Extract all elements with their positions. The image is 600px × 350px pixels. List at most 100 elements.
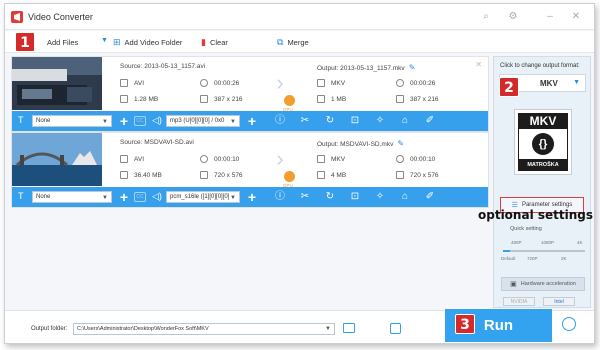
effects-icon[interactable]: ✧: [374, 115, 386, 127]
subtitle-value: None: [36, 194, 51, 200]
watermark-icon[interactable]: ⌂: [399, 115, 411, 127]
src-size-value: 1.28 MB: [134, 95, 159, 103]
edit-pen-icon[interactable]: ✐: [424, 191, 436, 203]
convert-arrow-icon: ›: [276, 70, 284, 95]
search-icon[interactable]: ⌕: [481, 12, 491, 22]
audio-track-select[interactable]: pcm_s16le ([1][0][0][0] ▼: [166, 191, 240, 203]
tick-top: 1080P: [541, 240, 555, 245]
video-thumbnail: [12, 133, 102, 186]
add-audio-button[interactable]: +: [246, 114, 258, 128]
output-text: Output: MSDVAVI-SD.mkv: [317, 141, 394, 148]
quality-slider-fill: [503, 250, 510, 252]
output-folder-field[interactable]: C:\Users\Administrator\Desktop\WonderFox…: [73, 323, 335, 335]
info-icon[interactable]: ⓘ: [274, 191, 286, 203]
folder-icon[interactable]: [343, 323, 355, 333]
audio-icon: ◁): [152, 115, 162, 125]
mkv-logo-foot: MATROŠKA: [518, 159, 568, 171]
crop-icon[interactable]: ⊡: [349, 115, 361, 127]
output-filename: Output: MSDVAVI-SD.mkv ✎: [317, 139, 404, 148]
subtitle-select[interactable]: None ▼: [32, 191, 112, 203]
merge-button[interactable]: ⧉ Merge: [277, 36, 309, 48]
app-title: Video Converter: [28, 12, 93, 22]
chevron-down-icon: ▼: [230, 119, 236, 125]
out-duration: 00:00:26: [396, 79, 435, 87]
src-duration-value: 00:00:26: [214, 79, 240, 87]
add-files-label: Add Files: [47, 37, 79, 47]
add-audio-button[interactable]: +: [246, 190, 258, 204]
src-resolution-value: 387 x 216: [214, 95, 243, 103]
format-icon: [120, 79, 128, 87]
src-format-value: AVI: [134, 79, 144, 87]
list-item[interactable]: Source: MSDVAVI-SD.avi Output: MSDVAVI-S…: [11, 132, 489, 208]
out-format: MKV: [317, 79, 345, 87]
step-badge-3: 3: [455, 314, 475, 334]
hardware-acceleration-toggle[interactable]: ▣ Hardware acceleration: [501, 277, 585, 291]
src-duration-value: 00:00:10: [214, 155, 240, 163]
audio-track-select[interactable]: mp3 (U[0][0][0] / 0x0 ▼: [166, 115, 240, 127]
resolution-icon: [396, 171, 404, 179]
chevron-down-icon: ▼: [102, 119, 108, 125]
watermark-icon[interactable]: ⌂: [399, 191, 411, 203]
remove-item-icon[interactable]: ✕: [475, 60, 482, 69]
format-logo[interactable]: MKV {} MATROŠKA: [514, 109, 572, 175]
audio-value: pcm_s16le ([1][0][0][0]: [170, 194, 230, 200]
open-output-icon[interactable]: [390, 323, 401, 334]
edit-pen-icon[interactable]: ✐: [424, 115, 436, 127]
add-files-button[interactable]: Add Files: [47, 36, 78, 48]
output-text: Output: 2013-05-13_1157.mkv: [317, 65, 405, 72]
output-folder-label: Output folder:: [31, 326, 68, 332]
alarm-clock-icon[interactable]: [562, 317, 576, 331]
trim-icon[interactable]: ✂: [299, 115, 311, 127]
cc-icon[interactable]: CC: [134, 192, 146, 202]
add-video-folder-label: Add Video Folder: [124, 37, 183, 47]
run-label: Run: [483, 317, 514, 334]
add-video-folder-button[interactable]: ⊞ Add Video Folder: [113, 36, 182, 48]
add-files-dropdown-icon[interactable]: ▼: [101, 37, 108, 44]
chevron-down-icon: ▼: [573, 79, 580, 86]
rename-pencil-icon[interactable]: ✎: [409, 63, 416, 72]
cc-icon[interactable]: CC: [134, 116, 146, 126]
nvidia-chip[interactable]: NVIDIA: [503, 297, 535, 306]
out-resolution-value: 387 x 216: [410, 95, 439, 103]
src-duration: 00:00:10: [200, 155, 239, 163]
app-logo-icon: [11, 11, 23, 23]
add-subtitle-button[interactable]: +: [118, 190, 130, 204]
trim-icon[interactable]: ✂: [299, 191, 311, 203]
gpu-icon: [284, 95, 295, 106]
video-thumbnail: [12, 57, 102, 110]
mkv-logo-head: MKV: [518, 113, 568, 129]
tools-icon[interactable]: ⚙: [508, 12, 518, 22]
effects-icon[interactable]: ✧: [374, 191, 386, 203]
merge-label: Merge: [287, 37, 309, 47]
intel-chip[interactable]: Intel: [543, 297, 575, 306]
quality-slider[interactable]: [503, 250, 585, 252]
minimize-icon[interactable]: –: [545, 12, 555, 22]
close-icon[interactable]: ✕: [571, 12, 581, 22]
rename-pencil-icon[interactable]: ✎: [397, 139, 404, 148]
rotate-icon[interactable]: ↻: [324, 115, 336, 127]
out-resolution-value: 720 x 576: [410, 171, 439, 179]
tick-top: 4K: [577, 240, 583, 245]
gpu-icon: [284, 171, 295, 182]
source-text: Source: MSDVAVI-SD.avi: [120, 139, 194, 146]
list-item[interactable]: Source: 2013-05-13_1157.avi Output: 2013…: [11, 56, 489, 132]
source-filename: Source: 2013-05-13_1157.avi: [120, 63, 205, 70]
out-size-value: 1 MB: [331, 95, 347, 103]
quick-setting-label: Quick setting: [510, 226, 542, 232]
src-format-value: AVI: [134, 155, 144, 163]
crop-icon[interactable]: ⊡: [349, 191, 361, 203]
tick-bottom: 720P: [527, 256, 538, 261]
info-icon[interactable]: ⓘ: [274, 115, 286, 127]
subtitle-select[interactable]: None ▼: [32, 115, 112, 127]
convert-arrow-icon: ›: [276, 146, 284, 171]
clock-icon: [200, 79, 208, 87]
src-format: AVI: [120, 155, 144, 163]
add-subtitle-button[interactable]: +: [118, 114, 130, 128]
rotate-icon[interactable]: ↻: [324, 191, 336, 203]
clear-button[interactable]: ▮ Clear: [201, 36, 228, 48]
hardware-acceleration-label: Hardware acceleration: [520, 281, 576, 287]
format-hint: Click to change output format:: [500, 63, 580, 69]
optional-settings-annotation: optional settings: [478, 208, 594, 222]
chevron-down-icon: ▼: [102, 195, 108, 201]
chevron-down-icon: ▼: [230, 195, 236, 201]
